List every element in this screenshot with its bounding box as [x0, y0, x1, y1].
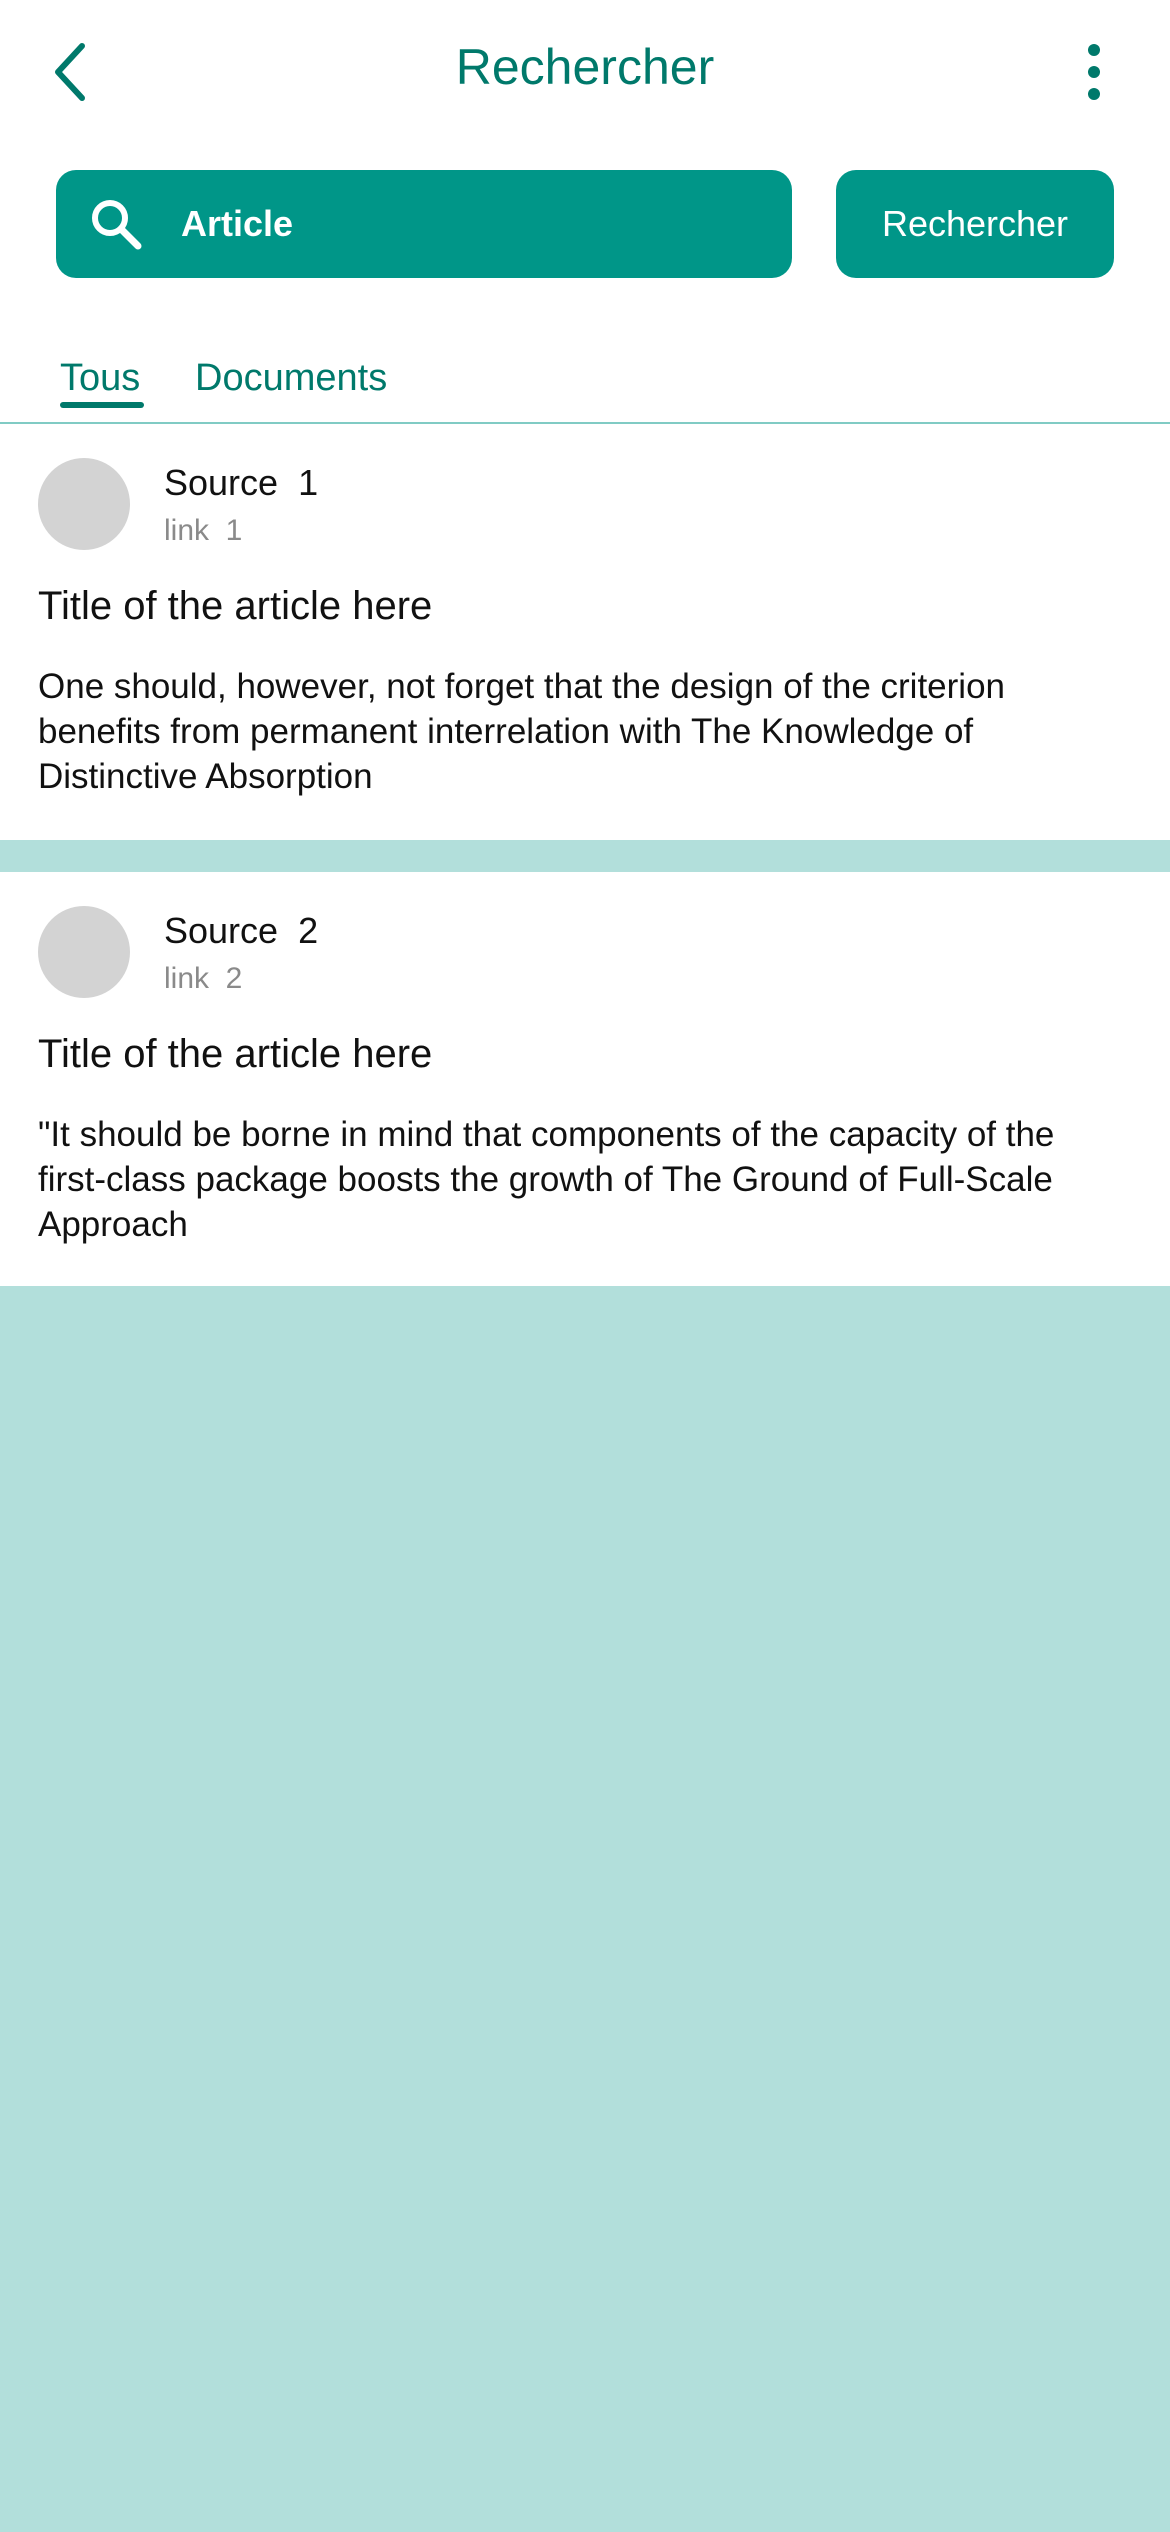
more-options-button[interactable] [1072, 32, 1116, 112]
tab-all[interactable]: Tous [60, 356, 140, 400]
result-card[interactable]: Source 1 link 1 Title of the article her… [0, 424, 1170, 840]
source-link[interactable]: link 1 [164, 514, 242, 548]
article-excerpt: One should, however, not forget that the… [38, 667, 1005, 796]
source-name: Source 1 [164, 462, 319, 503]
source-name: Source 2 [164, 910, 319, 951]
search-input[interactable] [181, 194, 761, 254]
article-title[interactable]: Title of the article here [38, 584, 432, 629]
source-avatar [38, 906, 130, 998]
search-icon [92, 200, 142, 250]
more-vertical-icon [1088, 44, 1100, 100]
search-bar[interactable] [56, 170, 792, 278]
article-title[interactable]: Title of the article here [38, 1032, 432, 1077]
result-card[interactable]: Source 2 link 2 Title of the article her… [0, 872, 1170, 1286]
search-button[interactable]: Rechercher [836, 170, 1114, 278]
article-excerpt: "It should be borne in mind that compone… [38, 1115, 1055, 1244]
page-title: Rechercher [455, 39, 715, 95]
source-link[interactable]: link 2 [164, 962, 242, 996]
source-avatar [38, 458, 130, 550]
tab-documents[interactable]: Documents [195, 356, 387, 400]
app-header: Rechercher Rechercher Tous Documents [0, 0, 1170, 424]
active-tab-indicator [60, 402, 144, 408]
